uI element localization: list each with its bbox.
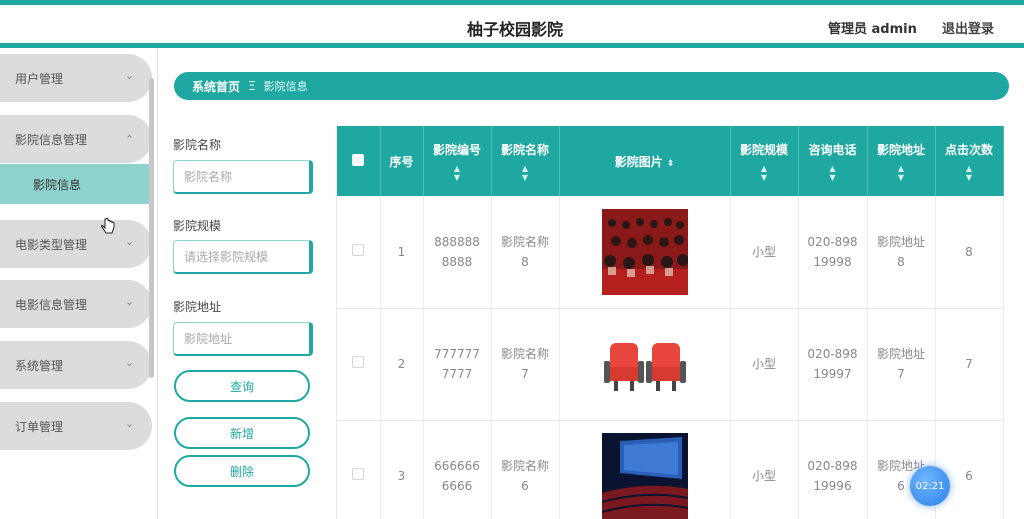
row-phone: 020-89819997: [798, 308, 868, 421]
sidebar-subitem-cinema-info[interactable]: 影院信息: [0, 164, 152, 204]
sidebar-item-label: 用户管理: [15, 71, 64, 86]
col-header-scale[interactable]: 影院规模 ▲ ▼: [730, 126, 799, 196]
table-row[interactable]: 2 7777777777 影院名称7 小型 020-89819997 影院地址7…: [337, 308, 1004, 421]
sidebar-item-order-management[interactable]: 订单管理 ⌄: [0, 402, 152, 450]
sidebar-item-label: 订单管理: [15, 419, 64, 434]
cinema-scale-label: 影院规模: [173, 219, 222, 233]
row-image-cell: [559, 308, 731, 421]
breadcrumb-home-link[interactable]: 系统首页: [192, 78, 240, 95]
row-name: 影院名称8: [491, 196, 560, 309]
row-address: 影院地址8: [867, 196, 936, 309]
table-row[interactable]: 1 8888888888 影院名称8 小型 020-89819998 影院地址8…: [337, 196, 1004, 309]
dark-cinema-hall-photo-icon[interactable]: [601, 433, 688, 519]
row-index: 2: [380, 308, 424, 421]
sidebar-item-system-management[interactable]: 系统管理 ⌄: [0, 341, 152, 389]
query-button[interactable]: 查询: [174, 370, 310, 402]
row-image-cell: [559, 420, 731, 519]
row-address: 影院地址7: [867, 308, 936, 421]
timer-badge[interactable]: 02:21: [910, 466, 950, 506]
cinema-name-label: 影院名称: [173, 138, 222, 152]
col-header-image[interactable]: 影院图片 ⬍: [559, 126, 731, 196]
col-header-name[interactable]: 影院名称 ▲ ▼: [491, 126, 560, 196]
col-header-address[interactable]: 影院地址 ▲ ▼: [867, 126, 936, 196]
sidebar-item-label: 系统管理: [15, 358, 64, 373]
row-scale: 小型: [730, 196, 799, 309]
cinema-table: 序号 影院编号 ▲ ▼ 影院名称 ▲ ▼ 影院图片 ⬍ 影院规模 ▲ ▼ 咨询电话 ▲ ▼ 影院地…: [336, 126, 1008, 519]
sort-icon[interactable]: ▲ ▼: [428, 164, 487, 182]
cinema-name-input[interactable]: 影院名称: [173, 160, 313, 194]
row-scale: 小型: [730, 420, 799, 519]
row-name: 影院名称7: [491, 308, 560, 421]
chevron-down-icon: ⌄: [124, 295, 134, 308]
row-phone: 020-89819996: [798, 420, 868, 519]
breadcrumb-current: 影院信息: [263, 80, 308, 93]
col-header-index: 序号: [380, 126, 424, 196]
row-image-cell: [559, 196, 731, 309]
chevron-down-icon: ⌄: [124, 417, 134, 430]
red-seats-icon[interactable]: [602, 321, 688, 407]
sidebar-item-label: 电影信息管理: [15, 297, 88, 312]
add-button[interactable]: 新增: [174, 417, 310, 449]
table-header-row: 序号 影院编号 ▲ ▼ 影院名称 ▲ ▼ 影院图片 ⬍ 影院规模 ▲ ▼ 咨询电话 ▲ ▼ 影院地…: [337, 126, 1004, 196]
table-row[interactable]: 3 6666666666 影院名称6 小型 020-89819996 影院地址6…: [337, 420, 1004, 519]
row-scale: 小型: [730, 308, 799, 421]
select-all-checkbox[interactable]: [352, 153, 365, 166]
sidebar-item-label: 影院信息管理: [15, 132, 88, 147]
row-name: 影院名称6: [491, 420, 560, 519]
cinema-address-input[interactable]: 影院地址: [173, 322, 313, 356]
sidebar-item-movie-type-management[interactable]: 电影类型管理 ⌄: [0, 220, 152, 268]
row-clicks: 8: [935, 196, 1004, 309]
sort-icon[interactable]: ▲ ▼: [940, 164, 999, 182]
row-index: 3: [380, 420, 424, 519]
chevron-down-icon: ⌄: [124, 235, 134, 248]
sort-icon[interactable]: ▲ ▼: [735, 164, 794, 182]
row-code: 6666666666: [423, 420, 492, 519]
chevron-down-icon: ⌄: [124, 69, 134, 82]
sidebar: 用户管理 ⌄ 影院信息管理 ⌃ 影院信息 电影类型管理 ⌄ 电影信息管理 ⌄ 系…: [0, 48, 158, 519]
row-checkbox[interactable]: [352, 468, 365, 480]
sidebar-item-movie-info-management[interactable]: 电影信息管理 ⌄: [0, 280, 152, 328]
delete-button[interactable]: 删除: [174, 455, 310, 487]
sidebar-subitem-label: 影院信息: [33, 177, 82, 192]
row-clicks: 7: [935, 308, 1004, 421]
row-code: 8888888888: [423, 196, 492, 309]
sort-icon[interactable]: ▲ ▼: [803, 164, 863, 182]
cinema-address-label: 影院地址: [173, 300, 222, 314]
chevron-up-icon: ⌃: [124, 133, 134, 146]
row-checkbox[interactable]: [352, 356, 365, 368]
hand-cursor-icon: [101, 218, 115, 234]
sidebar-item-user-management[interactable]: 用户管理 ⌄: [0, 54, 152, 102]
col-header-code[interactable]: 影院编号 ▲ ▼: [423, 126, 492, 196]
admin-label: 管理员 admin: [828, 22, 917, 37]
sort-icon[interactable]: ▲ ▼: [496, 164, 555, 182]
select-all-checkbox-cell[interactable]: [337, 126, 381, 196]
breadcrumb: 系统首页 Ξ 影院信息: [174, 72, 1009, 100]
cinema-scale-select[interactable]: 请选择影院规模: [173, 240, 313, 274]
sort-icon[interactable]: ⬍: [667, 159, 675, 169]
sidebar-item-cinema-info-management[interactable]: 影院信息管理 ⌃: [0, 115, 152, 163]
row-index: 1: [380, 196, 424, 309]
col-header-phone[interactable]: 咨询电话 ▲ ▼: [798, 126, 868, 196]
theater-audience-photo-icon[interactable]: [601, 208, 688, 295]
top-bar: 柚子校园影院 管理员 admin 退出登录: [0, 0, 1024, 48]
row-checkbox[interactable]: [352, 243, 365, 256]
sidebar-item-label: 电影类型管理: [15, 237, 88, 252]
row-clicks: 6: [935, 420, 1004, 519]
row-code: 7777777777: [423, 308, 492, 421]
sidebar-scrollbar[interactable]: [149, 78, 154, 378]
row-phone: 020-89819998: [798, 196, 868, 309]
sort-icon[interactable]: ▲ ▼: [872, 164, 931, 182]
logout-button[interactable]: 退出登录: [942, 18, 994, 37]
col-header-clicks[interactable]: 点击次数 ▲ ▼: [935, 126, 1004, 196]
breadcrumb-separator-icon: Ξ: [248, 79, 256, 93]
chevron-down-icon: ⌄: [124, 356, 134, 369]
